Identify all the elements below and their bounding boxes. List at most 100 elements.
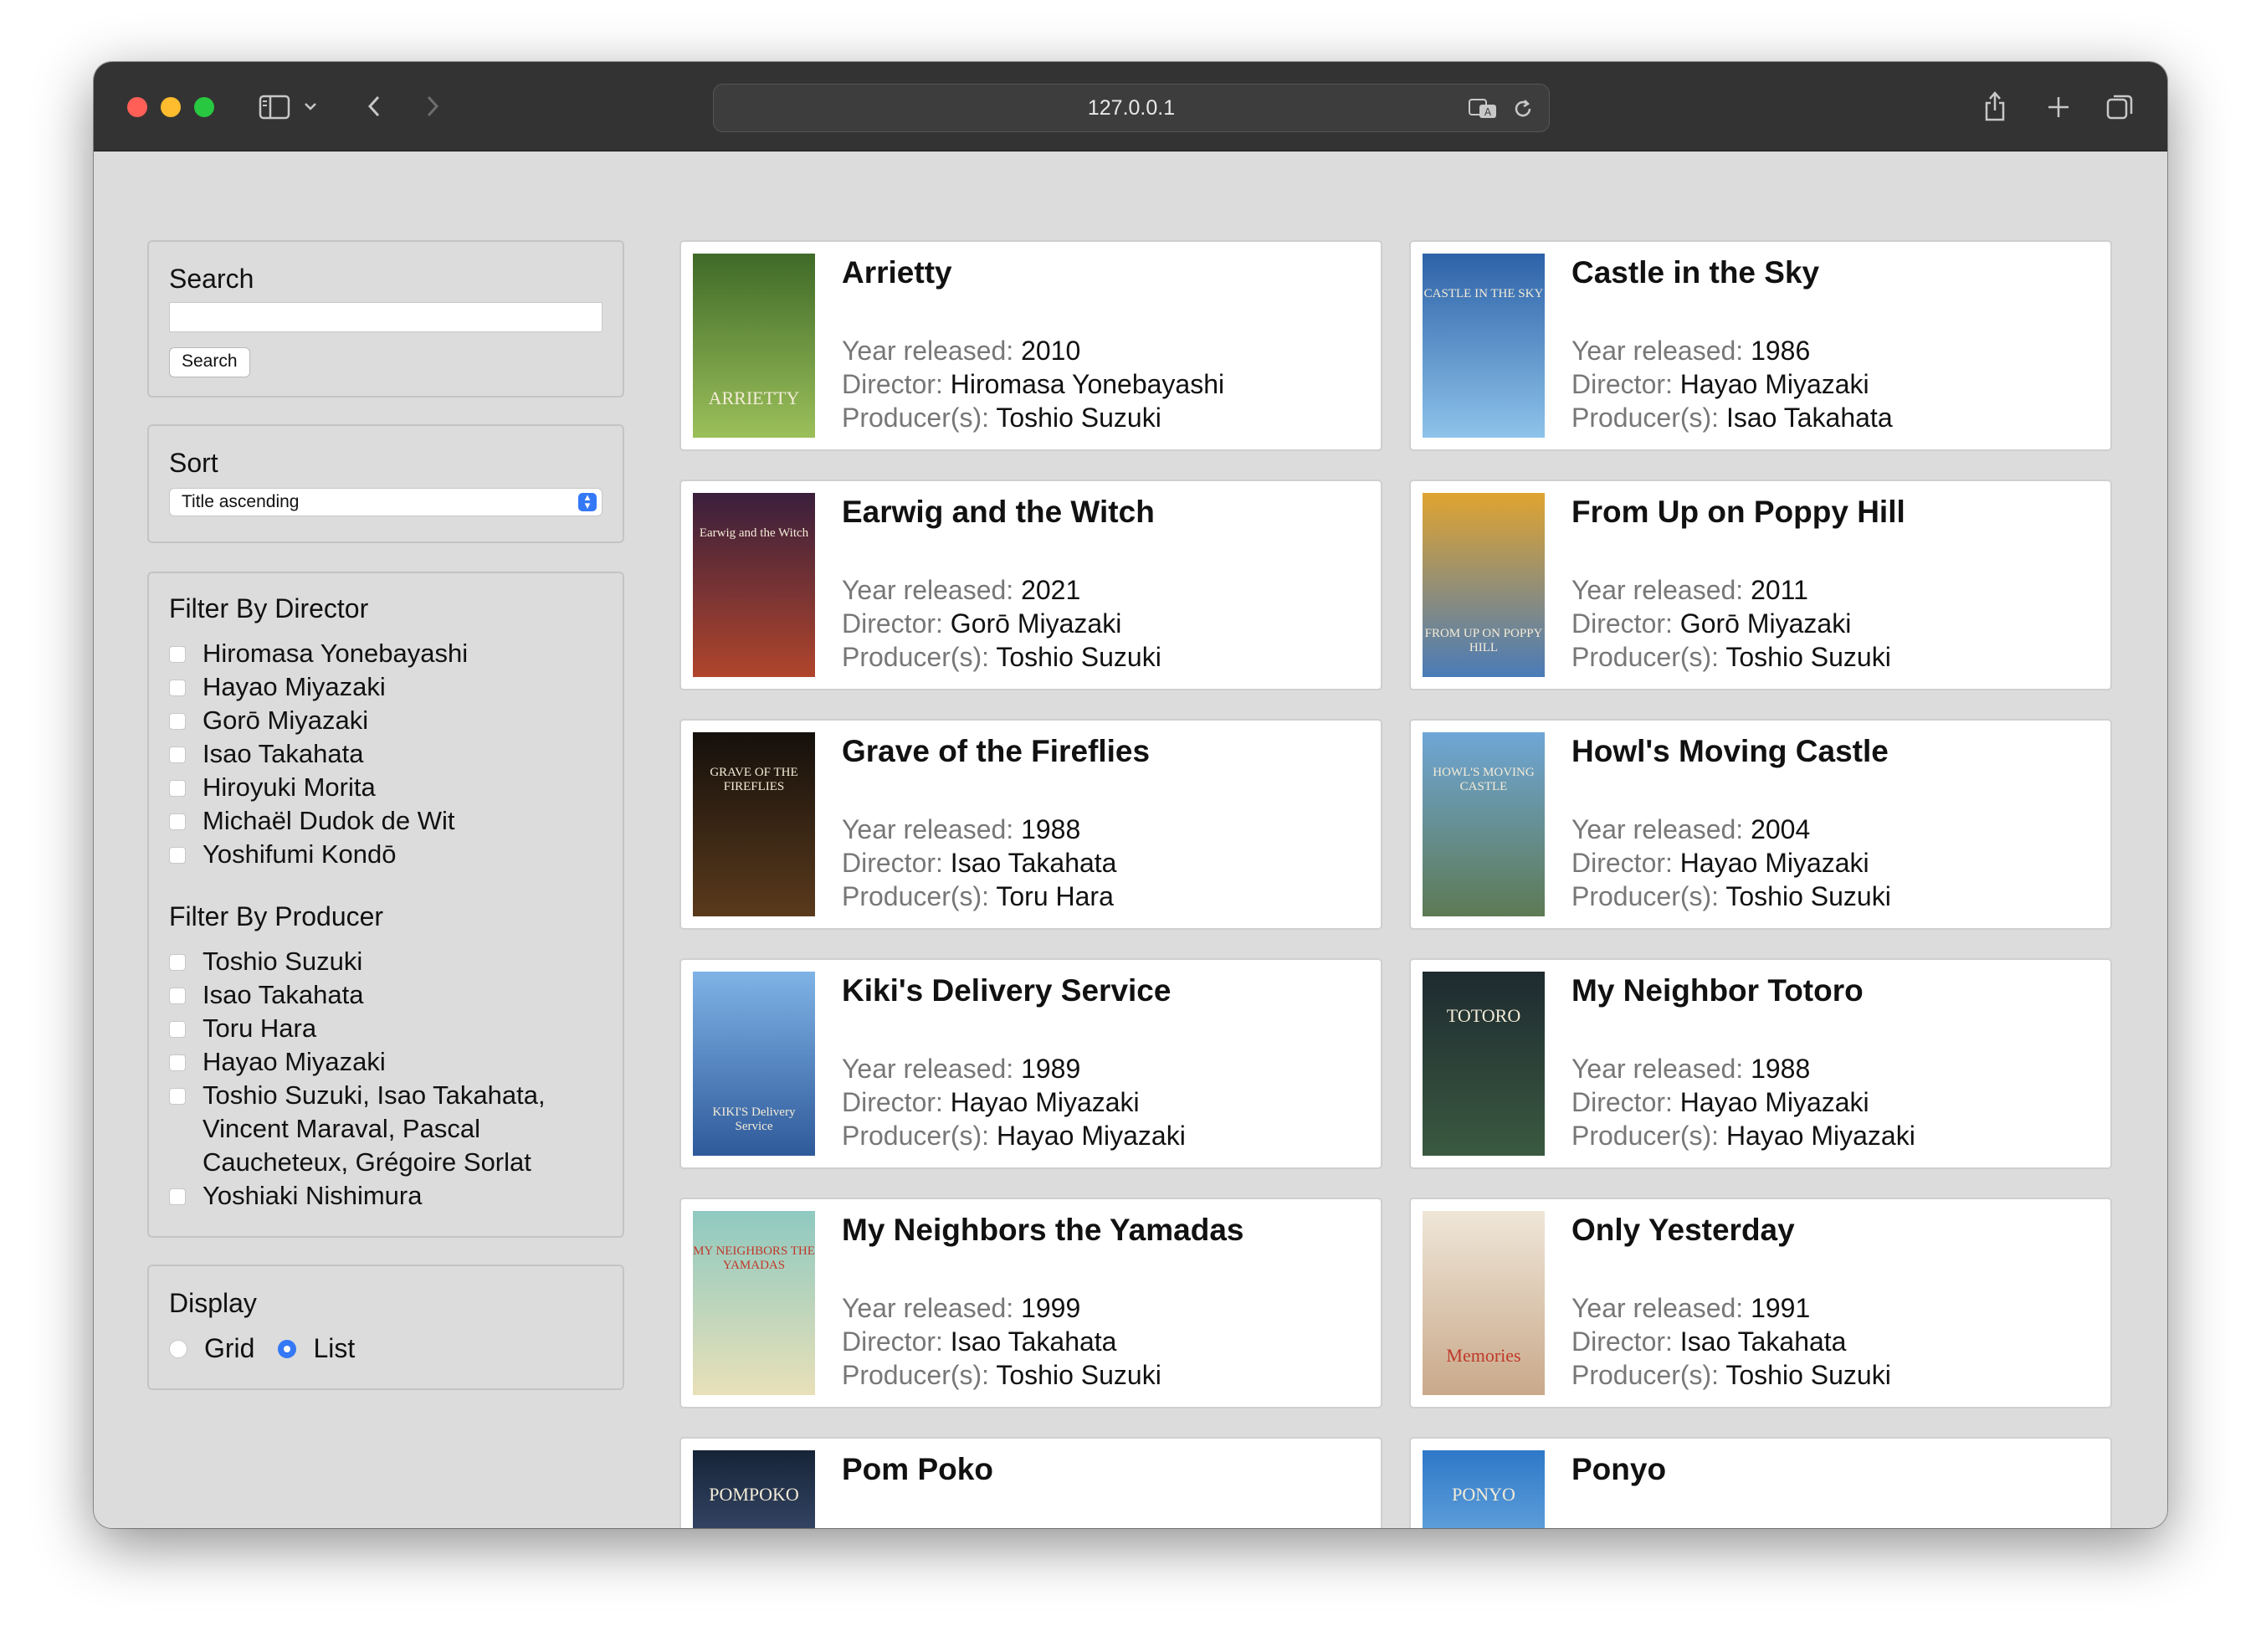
new-tab-icon[interactable] <box>2043 92 2074 122</box>
producer-filter-item[interactable]: Hayao Miyazaki <box>169 1045 587 1079</box>
producer-filter-label: Toru Hara <box>203 1013 317 1043</box>
director-filter-item[interactable]: Hiromasa Yonebayashi <box>169 637 587 670</box>
film-year-label: Year released: <box>1571 1054 1744 1084</box>
film-card[interactable]: Earwig and the Witch Earwig and the Witch… <box>679 480 1382 690</box>
sidebar-toggle-icon[interactable] <box>258 94 291 121</box>
display-list-radio[interactable] <box>278 1339 297 1358</box>
film-year-label: Year released: <box>842 1293 1014 1323</box>
director-checkbox[interactable] <box>169 713 186 730</box>
film-producer-value: Hayao Miyazaki <box>1725 1121 1915 1151</box>
director-filter-item[interactable]: Hayao Miyazaki <box>169 670 587 704</box>
film-producer-label: Producer(s): <box>1571 1121 1720 1151</box>
film-year-value: 2004 <box>1751 814 1811 844</box>
director-filter-item[interactable]: Yoshifumi Kondō <box>169 838 587 871</box>
film-producer-value: Hayao Miyazaki <box>996 1121 1186 1151</box>
share-icon[interactable] <box>1980 87 2010 124</box>
film-producer-label: Producer(s): <box>842 642 990 672</box>
reload-icon[interactable] <box>1510 96 1536 121</box>
display-grid-radio[interactable] <box>169 1339 187 1358</box>
film-card[interactable]: GRAVE OF THE FIREFLIES Grave of the Firef… <box>679 719 1382 930</box>
producer-checkbox[interactable] <box>169 1054 186 1071</box>
producer-checkbox[interactable] <box>169 1021 186 1038</box>
film-card[interactable]: FROM UP ON POPPY HILL From Up on Poppy Hi… <box>1409 480 2112 690</box>
film-year-line: Year released: 1999 <box>842 1293 1080 1324</box>
film-director-value: Hiromasa Yonebayashi <box>950 369 1225 399</box>
film-card[interactable]: MY NEIGHBORS THE YAMADAS My Neighbors the… <box>679 1198 1382 1408</box>
director-filter-item[interactable]: Isao Takahata <box>169 737 587 771</box>
film-title: Castle in the Sky <box>1571 255 1820 290</box>
producer-checkbox[interactable] <box>169 954 186 971</box>
film-director-label: Director: <box>842 1087 943 1117</box>
poster-title-text: TOTORO <box>1446 1005 1521 1026</box>
director-checkbox[interactable] <box>169 680 186 696</box>
search-panel: Search Search <box>147 240 624 398</box>
producer-filter-label: Yoshiaki Nishimura <box>203 1181 423 1210</box>
producer-checkbox[interactable] <box>169 988 186 1004</box>
director-checkbox[interactable] <box>169 746 186 763</box>
film-year-line: Year released: 1986 <box>1571 336 1810 367</box>
producer-filter-item[interactable]: Isao Takahata <box>169 978 587 1012</box>
filter-producer-heading: Filter By Producer <box>169 901 384 931</box>
tab-overview-icon[interactable] <box>2104 90 2137 124</box>
film-card[interactable]: CASTLE IN THE SKY Castle in the Sky Year r… <box>1409 240 2112 451</box>
film-producer-label: Producer(s): <box>1571 642 1720 672</box>
filters-panel: Filter By Director Hiromasa Yonebayashi H… <box>147 572 624 1238</box>
film-director-label: Director: <box>842 1326 943 1357</box>
film-title: Grave of the Fireflies <box>842 734 1151 768</box>
film-card[interactable]: Memories Only Yesterday Year released: 199… <box>1409 1198 2112 1408</box>
film-card[interactable]: PONYOPonyoYear released: 2008Director: H… <box>1409 1437 2112 1528</box>
director-checkbox[interactable] <box>169 847 186 864</box>
producer-filter-item[interactable]: Toru Hara <box>169 1012 587 1045</box>
film-director-label: Director: <box>1571 1087 1673 1117</box>
producer-filter-item[interactable]: Toshio Suzuki, Isao Takahata, Vincent Ma… <box>169 1079 587 1179</box>
film-year-line: Year released: 1988 <box>1571 1054 1810 1085</box>
translate-icon[interactable]: A <box>1467 96 1500 121</box>
director-checkbox[interactable] <box>169 646 186 663</box>
sort-select[interactable]: Title ascending ▴ ▾ <box>169 488 602 516</box>
film-card[interactable]: TOTORO My Neighbor Totoro Year released: 1… <box>1409 958 2112 1169</box>
close-window-button[interactable] <box>127 97 147 117</box>
back-arrow-icon[interactable] <box>361 92 387 121</box>
address-bar[interactable]: 127.0.0.1 A <box>713 84 1550 132</box>
film-poster: CASTLE IN THE SKY <box>1423 254 1545 438</box>
director-filter-item[interactable]: Hiroyuki Morita <box>169 771 587 804</box>
film-card[interactable]: KIKI'S Delivery Service Kiki's Delivery S… <box>679 958 1382 1169</box>
director-filter-item[interactable]: Gorō Miyazaki <box>169 704 587 737</box>
film-director-value: Isao Takahata <box>950 1326 1117 1357</box>
film-director-label: Director: <box>842 608 943 639</box>
director-checkbox[interactable] <box>169 813 186 830</box>
film-year-value: 1988 <box>1751 1054 1811 1084</box>
search-button[interactable]: Search <box>169 347 250 377</box>
producer-checkbox[interactable] <box>169 1188 186 1205</box>
film-producer-line: Producer(s): Toshio Suzuki <box>842 1360 1161 1391</box>
producer-filter-label: Toshio Suzuki, Isao Takahata, Vincent Ma… <box>203 1080 546 1177</box>
minimize-window-button[interactable] <box>161 97 181 117</box>
forward-arrow-icon[interactable] <box>420 92 445 121</box>
search-input[interactable] <box>169 302 602 332</box>
film-poster: Earwig and the Witch <box>693 493 815 677</box>
film-card[interactable]: HOWL'S MOVING CASTLE Howl's Moving Castle… <box>1409 719 2112 930</box>
film-producer-line: Producer(s): Toshio Suzuki <box>842 642 1161 673</box>
film-producer-line: Producer(s): Toshio Suzuki <box>1571 881 1891 912</box>
poster-title-text: Earwig and the Witch <box>699 526 809 540</box>
director-filter-item[interactable]: Michaël Dudok de Wit <box>169 804 587 838</box>
director-checkbox[interactable] <box>169 780 186 797</box>
zoom-window-button[interactable] <box>194 97 214 117</box>
film-poster: HOWL'S MOVING CASTLE <box>1423 732 1545 916</box>
film-director-label: Director: <box>1571 1326 1673 1357</box>
producer-filter-item[interactable]: Yoshiaki Nishimura <box>169 1179 587 1213</box>
film-director-label: Director: <box>842 369 943 399</box>
producer-checkbox[interactable] <box>169 1088 186 1105</box>
chevron-down-icon[interactable] <box>301 97 320 115</box>
film-director-value: Hayao Miyazaki <box>1679 848 1869 878</box>
producer-filter-item[interactable]: Toshio Suzuki <box>169 945 587 978</box>
film-director-value: Gorō Miyazaki <box>950 608 1122 639</box>
display-grid-label: Grid <box>204 1333 255 1363</box>
film-card[interactable]: POMPOKOPom PokoYear released: 1994Direct… <box>679 1437 1382 1528</box>
film-year-label: Year released: <box>842 814 1014 844</box>
director-filter-label: Yoshifumi Kondō <box>203 839 397 869</box>
film-producer-value: Toshio Suzuki <box>1725 881 1891 911</box>
director-filter-label: Hiromasa Yonebayashi <box>203 639 469 668</box>
film-year-label: Year released: <box>842 1054 1014 1084</box>
film-card[interactable]: ARRIETTY Arrietty Year released: 2010 Direc… <box>679 240 1382 451</box>
